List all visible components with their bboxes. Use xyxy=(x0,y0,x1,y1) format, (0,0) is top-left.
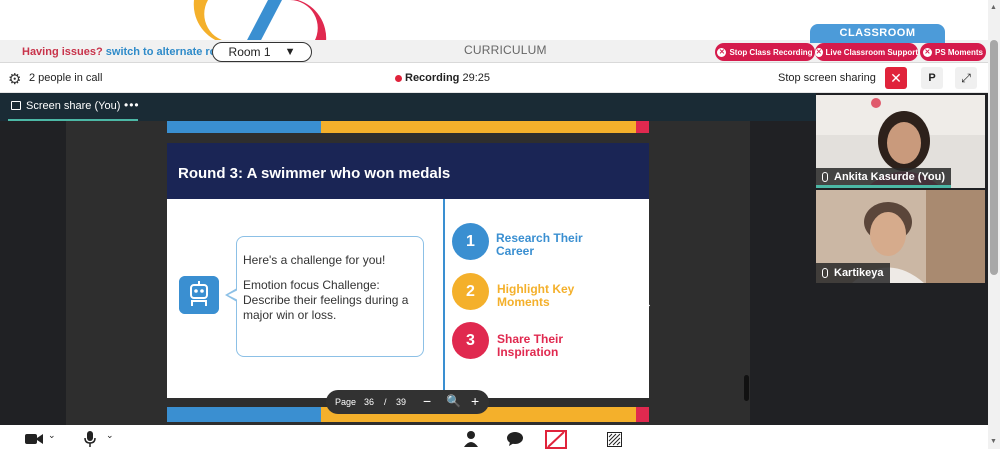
zoom-icon[interactable]: 🔍 xyxy=(446,394,461,408)
chat-icon[interactable] xyxy=(507,432,523,446)
app-root: Having issues? switch to alternate room … xyxy=(0,0,1000,449)
band-yellow xyxy=(321,121,636,133)
stage-scrollbar[interactable] xyxy=(744,375,749,401)
page-current-input[interactable]: 36 xyxy=(364,397,374,407)
step-number: 1 xyxy=(452,223,489,260)
stop-class-recording-button[interactable]: ✕ Stop Class Recording xyxy=(715,43,815,61)
challenge-text: Emotion focus Challenge: Describe their … xyxy=(243,278,409,322)
band-blue xyxy=(167,407,321,422)
band-red xyxy=(636,121,649,133)
recording-status: Recording 29:25 xyxy=(405,72,490,84)
camera-icon[interactable] xyxy=(25,433,43,445)
band-red xyxy=(636,407,649,422)
whiteboard-icon[interactable] xyxy=(607,432,622,447)
step-text: Research Their Career xyxy=(496,231,583,258)
scroll-up-icon[interactable]: ▲ xyxy=(990,4,997,11)
screen-share-label: Screen share (You) xyxy=(26,100,121,112)
bubble-tail-inner xyxy=(228,290,238,300)
microphone-icon[interactable] xyxy=(84,431,96,447)
zoom-in-button[interactable]: + xyxy=(471,393,479,409)
robot-icon xyxy=(179,276,219,314)
microphone-options-chevron-icon[interactable]: ⌄ xyxy=(106,430,114,441)
scroll-down-icon[interactable]: ▼ xyxy=(990,438,997,445)
recording-label: Recording xyxy=(405,72,460,84)
stop-screen-sharing-label: Stop screen sharing xyxy=(778,72,876,84)
stop-class-recording-label: Stop Class Recording xyxy=(729,47,813,57)
microphone-icon xyxy=(822,171,828,182)
page-total: 39 xyxy=(396,397,407,407)
more-options-icon[interactable]: ••• xyxy=(124,98,140,112)
room-select-value: Room 1 xyxy=(228,45,271,59)
recording-dot-icon xyxy=(395,75,402,82)
bottom-toolbar xyxy=(0,425,988,449)
participants-icon[interactable] xyxy=(464,431,478,447)
zoom-out-button[interactable]: − xyxy=(423,393,431,409)
page-navigator: Page 36 / 39 − 🔍 + xyxy=(326,390,489,414)
slide-title: Round 3: A swimmer who won medals xyxy=(178,165,451,182)
live-classroom-support-label: Live Classroom Support xyxy=(825,47,918,57)
gear-icon[interactable]: ⚙ xyxy=(8,70,21,88)
microphone-icon xyxy=(822,268,828,278)
page-label: Page xyxy=(335,397,357,407)
issues-text: Having issues? xyxy=(22,46,103,58)
scrollbar-thumb[interactable] xyxy=(990,40,998,275)
close-circle-icon: ✕ xyxy=(815,47,823,57)
step-number: 2 xyxy=(452,273,489,310)
participant-tile[interactable]: Kartikeya xyxy=(816,190,985,283)
brand-logo xyxy=(193,0,327,42)
room-select[interactable]: Room 1 ▼ xyxy=(212,42,312,62)
participant-name: Ankita Kasurde (You) xyxy=(834,170,946,183)
screen-share-off-icon[interactable] xyxy=(545,430,567,449)
close-circle-icon: ✕ xyxy=(717,47,727,57)
expand-icon[interactable]: ⤢ xyxy=(955,67,977,89)
live-classroom-support-button[interactable]: ✕ Live Classroom Support xyxy=(815,43,918,61)
people-count: 2 people in call xyxy=(29,72,103,84)
classroom-tab[interactable]: CLASSROOM xyxy=(810,24,945,43)
participant-name: Kartikeya xyxy=(834,267,884,279)
challenge-heading: Here's a challenge for you! xyxy=(243,253,386,267)
p-button[interactable]: P xyxy=(921,67,943,89)
stop-sharing-button[interactable]: ✕ xyxy=(885,67,907,89)
ps-moments-button[interactable]: ✕ PS Moments xyxy=(920,43,986,61)
close-circle-icon: ✕ xyxy=(922,47,932,57)
caret-down-icon: ▼ xyxy=(284,46,296,58)
step-text: Share Their Inspiration xyxy=(497,332,564,359)
slide-top-band xyxy=(167,121,649,133)
issues-notice: Having issues? switch to alternate room xyxy=(22,46,233,58)
screen-share-header xyxy=(0,93,816,121)
step-text: Highlight Key Moments xyxy=(497,282,575,309)
band-blue xyxy=(167,121,321,133)
recording-time: 29:25 xyxy=(462,72,490,84)
screen-share-icon xyxy=(11,101,21,110)
participant-tile[interactable]: Ankita Kasurde (You) xyxy=(816,95,985,188)
ps-moments-label: PS Moments xyxy=(934,47,983,57)
page-separator: / xyxy=(384,397,387,407)
camera-options-chevron-icon[interactable]: ⌄ xyxy=(48,430,56,441)
participant-name-bar: Ankita Kasurde (You) xyxy=(816,168,952,188)
curriculum-tab[interactable]: CURRICULUM xyxy=(464,43,547,57)
participant-name-bar: Kartikeya xyxy=(816,263,890,283)
step-number: 3 xyxy=(452,322,489,359)
slide-divider xyxy=(443,199,445,390)
